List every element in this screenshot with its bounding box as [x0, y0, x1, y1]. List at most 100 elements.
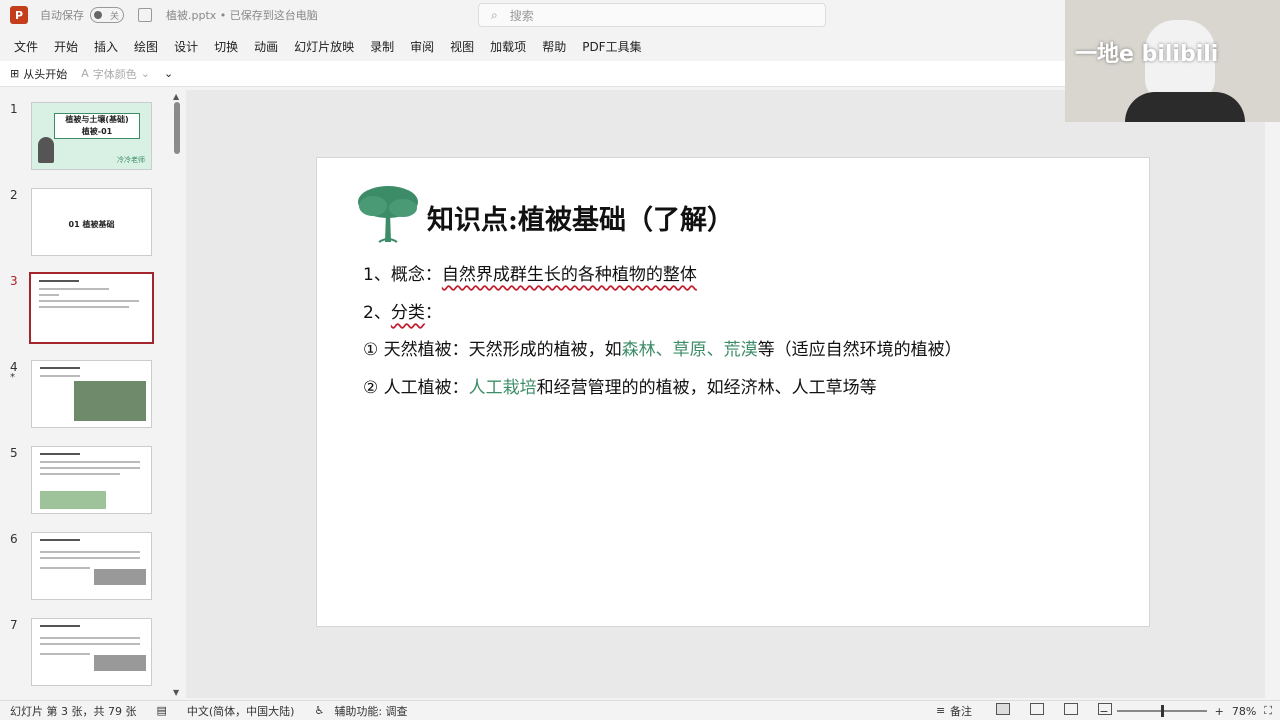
tab-record[interactable]: 录制 [370, 38, 394, 55]
concept-text: 自然界成群生长的各种植物的整体 [441, 265, 697, 285]
tab-draw[interactable]: 绘图 [134, 38, 158, 55]
normal-view-icon[interactable] [996, 703, 1010, 715]
tab-home[interactable]: 开始 [54, 38, 78, 55]
reading-view-icon[interactable] [1064, 703, 1078, 715]
thumbnail-line [40, 539, 80, 541]
zoom-slider[interactable] [1116, 705, 1207, 717]
search-box[interactable]: ⌕ 搜索 [478, 3, 826, 27]
thumbnail-number: 1 [10, 102, 18, 116]
classification-text: 分类 [390, 303, 425, 323]
save-icon[interactable] [138, 8, 152, 22]
font-color-button[interactable]: A 字体颜色 ⌄ [81, 66, 150, 82]
thumbnail-image [40, 491, 106, 509]
customize-dropdown-icon[interactable]: ⌄ [164, 67, 173, 80]
thumbnail-line [40, 367, 80, 369]
classification-line: 2、分类： [363, 298, 442, 323]
thumbnail-line [40, 375, 80, 377]
thumbnail-number: 3 [10, 274, 18, 288]
slide-sorter-icon[interactable] [1030, 703, 1044, 715]
tab-animations[interactable]: 动画 [254, 38, 278, 55]
thumbnail-image [94, 569, 146, 585]
thumbnail-slide-3[interactable] [29, 272, 154, 344]
concept-prefix: 1、概念： [363, 265, 442, 285]
thumbnail-image [94, 655, 146, 671]
slideshow-icon: ⊞ [10, 67, 20, 80]
thumbnail-number: 5 [10, 446, 18, 460]
fit-slide-icon[interactable]: ⛶ [1264, 704, 1272, 718]
font-color-label: 字体颜色 [92, 67, 137, 81]
search-placeholder: 搜索 [509, 8, 534, 23]
tab-slideshow[interactable]: 幻灯片放映 [294, 38, 354, 55]
language-status[interactable]: 中文(简体，中国大陆) [187, 703, 295, 719]
zoom-control: − + 78% ⛶ [1099, 701, 1272, 720]
from-start-button[interactable]: ⊞ 从头开始 [10, 66, 67, 82]
title-bar: P 自动保存 关 植被.pptx • 已保存到这台电脑 ⌕ 搜索 [0, 0, 1065, 30]
thumbnail-slide-2[interactable]: 01 植被基础 [31, 188, 152, 256]
thumbnail-slide-5[interactable] [31, 446, 152, 514]
tab-transitions[interactable]: 切换 [214, 38, 238, 55]
thumbnail-title: 植被与土壤(基础) [65, 115, 129, 124]
status-bar: 幻灯片 第 3 张，共 79 张 ▤ 中文(简体，中国大陆) ♿ 辅助功能: 调… [0, 700, 1280, 720]
chevron-down-icon: ⌄ [140, 67, 150, 80]
thumbnail-line [39, 294, 59, 296]
thumbnail-line [39, 288, 109, 290]
thumbnail-number: 6 [10, 532, 18, 546]
thumbnail-scrollbar[interactable] [174, 102, 180, 154]
thumbnail-line [40, 653, 90, 655]
thumbnail-line [40, 467, 140, 469]
accessibility-status[interactable]: 辅助功能: 调查 [334, 703, 407, 719]
thumbnail-line [40, 557, 140, 559]
file-name[interactable]: 植被.pptx • 已保存到这台电脑 [166, 7, 318, 23]
thumbnail-slide-4[interactable] [31, 360, 152, 428]
thumbnail-slide-7[interactable] [31, 618, 152, 686]
tab-design[interactable]: 设计 [174, 38, 198, 55]
right-edge-bar [1265, 122, 1280, 698]
zoom-in-icon[interactable]: + [1215, 705, 1224, 718]
concept-line: 1、概念：自然界成群生长的各种植物的整体 [363, 260, 697, 285]
thumbnail-slide-1[interactable]: 植被与土壤(基础) 植被-01 冷冷老师 [31, 102, 152, 170]
thumbnail-line [39, 300, 139, 302]
tab-insert[interactable]: 插入 [94, 38, 118, 55]
accessibility-icon: ♿ [314, 704, 325, 717]
spellcheck-icon[interactable]: ▤ [156, 704, 166, 717]
classification-suffix: ： [424, 303, 442, 323]
ribbon-tabs: 文件 开始 插入 绘图 设计 切换 动画 幻灯片放映 录制 审阅 视图 加载项 … [0, 34, 1065, 58]
powerpoint-window: P 自动保存 关 植被.pptx • 已保存到这台电脑 ⌕ 搜索 文件 开始 插… [0, 0, 1280, 720]
notes-icon: ≡ [936, 704, 946, 717]
tab-addins[interactable]: 加载项 [490, 38, 526, 55]
tab-review[interactable]: 审阅 [410, 38, 434, 55]
thumbnail-line [40, 567, 90, 569]
slide-thumbnail-panel: 1 植被与土壤(基础) 植被-01 冷冷老师 2 01 植被基础 3 4 * 5… [0, 90, 186, 698]
classification-prefix: 2、 [363, 303, 391, 323]
tab-pdf-tools[interactable]: PDF工具集 [582, 38, 641, 55]
artificial-text-b: 和经营管理的的植被，如经济林、人工草场等 [536, 378, 877, 398]
search-icon: ⌕ [491, 7, 498, 22]
notes-button[interactable]: 备注 [950, 703, 972, 719]
current-slide[interactable]: 知识点:植被基础（了解） 1、概念：自然界成群生长的各种植物的整体 2、分类： … [316, 157, 1150, 627]
thumbnail-title-box: 植被与土壤(基础) 植被-01 [54, 113, 140, 139]
tree-icon [358, 186, 418, 243]
autosave-toggle[interactable]: 关 [90, 7, 124, 23]
webcam-overlay: 一地e bilibili [1065, 0, 1280, 122]
natural-highlight: 森林、草原、荒漠 [621, 340, 758, 360]
artificial-text-a: ② 人工植被： [363, 378, 469, 398]
tab-view[interactable]: 视图 [450, 38, 474, 55]
thumbnail-line [40, 643, 140, 645]
zoom-out-icon[interactable]: − [1099, 705, 1108, 718]
thumbnail-line [40, 551, 140, 553]
zoom-level[interactable]: 78% [1232, 705, 1256, 718]
scroll-up-icon[interactable]: ▲ [173, 92, 179, 101]
thumbnail-title: 01 植被基础 [68, 220, 115, 229]
slide-counter: 幻灯片 第 3 张，共 79 张 [10, 704, 137, 718]
scroll-down-icon[interactable]: ▼ [173, 688, 179, 697]
tab-help[interactable]: 帮助 [542, 38, 566, 55]
thumbnail-line [40, 637, 140, 639]
person-body [1125, 92, 1245, 122]
avatar [38, 137, 54, 163]
thumbnail-slide-6[interactable] [31, 532, 152, 600]
thumbnail-star: * [10, 372, 15, 383]
thumbnail-line [40, 453, 80, 455]
thumbnail-number: 7 [10, 618, 18, 632]
autosave-toggle-state: 关 [109, 11, 119, 22]
tab-file[interactable]: 文件 [14, 38, 38, 55]
